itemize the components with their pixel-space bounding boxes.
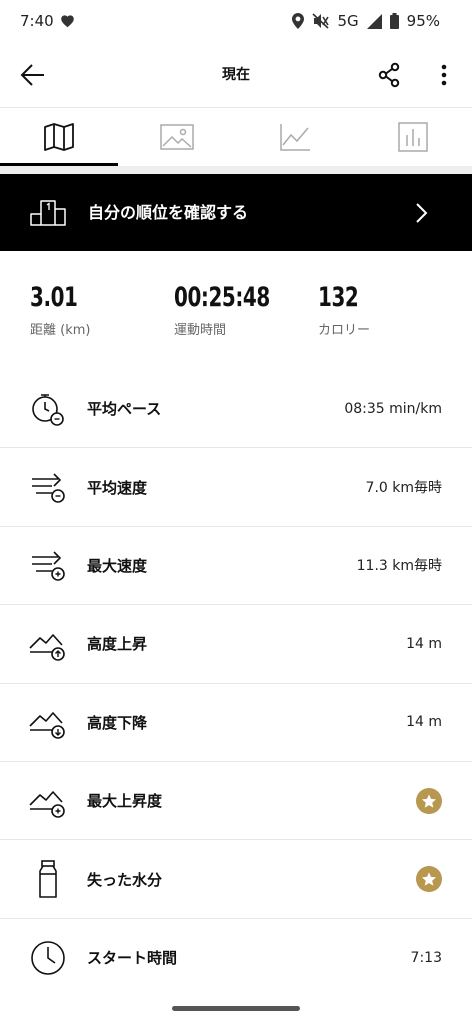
metric-name: 最大速度 [87,556,148,575]
metric-name: 平均速度 [87,478,148,497]
status-bar: 7:40 5G 95% [0,0,472,42]
metric-row-max-climb[interactable]: 最大上昇度 [0,762,472,841]
tab-bar-chart[interactable] [354,108,472,166]
speed-max-icon [26,543,70,587]
stat-duration: 00:25:48 運動時間 [174,282,291,338]
stopwatch-pace-icon [26,387,70,431]
line-chart-icon [280,124,310,151]
premium-star-badge[interactable] [416,787,442,814]
metric-value: 7:13 [410,949,442,966]
speed-avg-icon [26,465,70,509]
battery-level: 95% [406,12,440,30]
metric-name: 高度上昇 [87,635,148,654]
water-bottle-icon [26,857,70,901]
map-icon [44,123,74,151]
elevation-up-icon [26,622,70,666]
metric-name: 平均ペース [87,400,162,419]
podium-icon [30,200,66,226]
location-icon [292,13,305,29]
metric-row-max-speed[interactable]: 最大速度 11.3 km毎時 [0,527,472,606]
chevron-right-icon [416,203,428,223]
tab-line-chart[interactable] [236,108,354,166]
mute-icon [312,13,330,29]
signal-icon [366,13,382,29]
metric-row-elevation-loss[interactable]: 高度下降 14 m [0,684,472,762]
elevation-max-icon [26,779,70,823]
battery-icon [389,13,399,29]
stat-calories-value: 132 [318,282,359,313]
stat-duration-value: 00:25:48 [174,282,270,313]
rank-banner[interactable]: 自分の順位を確認する [0,174,472,251]
star-icon [422,793,436,808]
metric-row-water-loss[interactable]: 失った水分 [0,840,472,919]
elevation-down-icon [26,700,70,744]
metric-name: 高度下降 [87,713,148,732]
metric-value: 11.3 km毎時 [356,558,442,575]
home-indicator[interactable] [172,1006,300,1011]
metric-row-avg-pace[interactable]: 平均ペース 08:35 min/km [0,370,472,449]
rank-banner-label: 自分の順位を確認する [88,203,249,222]
bar-chart-icon [398,122,428,152]
stat-duration-label: 運動時間 [174,323,227,338]
network-type: 5G [337,12,359,30]
share-icon[interactable] [376,62,402,88]
metric-row-start-time[interactable]: スタート時間 7:13 [0,919,472,997]
metric-row-elevation-gain[interactable]: 高度上昇 14 m [0,605,472,684]
star-icon [422,872,436,886]
back-arrow-icon[interactable] [20,62,46,88]
metric-name: 失った水分 [87,870,163,889]
status-left: 7:40 [20,12,75,30]
metric-name: 最大上昇度 [87,792,163,811]
more-vert-icon[interactable] [434,62,454,88]
stat-distance-value: 3.01 [30,282,78,313]
heart-icon [60,15,74,28]
stat-calories-label: カロリー [318,323,371,338]
status-time: 7:40 [20,12,54,30]
metrics-list: 平均ペース 08:35 min/km 平均速度 7.0 km毎時 最大速度 11… [0,370,472,997]
metric-value: 08:35 min/km [344,400,442,417]
app-bar: 現在 [0,42,472,108]
premium-star-badge[interactable] [416,866,442,893]
tab-divider [0,166,472,174]
status-right: 5G 95% [292,12,440,30]
stat-distance: 3.01 距離 (km) [30,282,90,338]
image-icon [160,124,194,150]
tab-map[interactable] [0,108,118,166]
tab-photos[interactable] [118,108,236,166]
summary-stats: 3.01 距離 (km) 00:25:48 運動時間 132 カロリー [0,282,472,352]
metric-name: スタート時間 [87,949,178,968]
metric-value: 14 m [406,714,442,731]
tab-bar [0,108,472,166]
stat-calories: 132 カロリー [318,282,370,338]
metric-row-avg-speed[interactable]: 平均速度 7.0 km毎時 [0,448,472,527]
clock-icon [26,936,70,980]
metric-value: 7.0 km毎時 [365,480,442,497]
stat-distance-label: 距離 (km) [30,323,91,338]
metric-value: 14 m [406,635,442,652]
